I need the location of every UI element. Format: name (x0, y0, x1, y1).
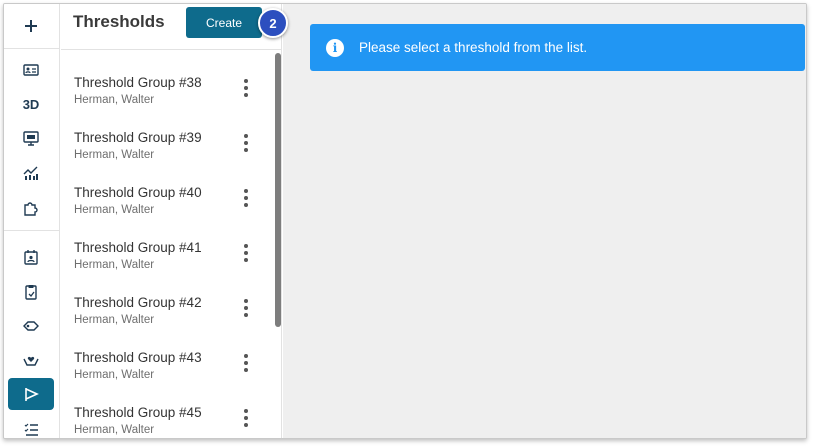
chart-icon (23, 166, 38, 180)
item-owner: Herman, Walter (74, 94, 155, 106)
rail-item-id-card[interactable] (8, 54, 54, 86)
thresholds-panel: Thresholds Create 2 Threshold Group #38 … (61, 4, 288, 438)
item-owner: Herman, Walter (74, 149, 155, 161)
list-item[interactable]: Threshold Group #41 Herman, Walter (61, 240, 273, 295)
plus-icon (25, 20, 37, 32)
item-title: Threshold Group #39 (74, 130, 202, 145)
rail-item-3d[interactable]: 3D (8, 88, 54, 120)
item-owner: Herman, Walter (74, 424, 155, 436)
ad-monitor-icon (23, 131, 39, 146)
panel-header: Thresholds Create 2 (61, 4, 288, 50)
alert-text: Please select a threshold from the list. (359, 40, 588, 55)
list-scrollbar[interactable] (275, 53, 281, 327)
more-options-icon[interactable] (235, 351, 257, 375)
clipboard-icon (25, 285, 37, 300)
item-owner: Herman, Walter (74, 369, 155, 381)
calendar-user-icon (24, 250, 38, 265)
rail-3d-label: 3D (22, 96, 40, 112)
rail-item-care[interactable] (8, 344, 54, 376)
list-item[interactable]: Threshold Group #45 Herman, Walter (61, 405, 273, 438)
threshold-list: Threshold Group #38 Herman, Walter Thres… (61, 51, 281, 438)
more-options-icon[interactable] (235, 296, 257, 320)
flag-icon (25, 388, 39, 401)
icon-rail: 3D (4, 4, 60, 438)
list-item[interactable]: Threshold Group #40 Herman, Walter (61, 185, 273, 240)
rail-item-clipboard[interactable] (8, 276, 54, 308)
step-badge: 2 (258, 8, 288, 38)
rail-divider (4, 230, 60, 231)
more-options-icon[interactable] (235, 406, 257, 430)
item-title: Threshold Group #42 (74, 295, 202, 310)
item-title: Threshold Group #41 (74, 240, 202, 255)
list-item[interactable]: Threshold Group #39 Herman, Walter (61, 130, 273, 185)
app-window: 3D Thresholds Create 2 Threshold Group #… (3, 3, 807, 439)
rail-item-thresholds[interactable] (8, 378, 54, 410)
info-alert: i Please select a threshold from the lis… (310, 24, 805, 71)
tag-icon (23, 321, 39, 331)
rail-item-calendar-user[interactable] (8, 241, 54, 273)
item-title: Threshold Group #45 (74, 405, 202, 420)
id-card-icon (23, 64, 39, 76)
more-options-icon[interactable] (235, 76, 257, 100)
info-icon: i (326, 38, 344, 57)
item-title: Threshold Group #40 (74, 185, 202, 200)
rail-divider (4, 48, 60, 49)
main-content: i Please select a threshold from the lis… (283, 4, 806, 438)
item-title: Threshold Group #38 (74, 75, 202, 90)
item-owner: Herman, Walter (74, 314, 155, 326)
list-icon (24, 423, 38, 436)
create-button[interactable]: Create (186, 7, 262, 38)
list-item[interactable]: Threshold Group #42 Herman, Walter (61, 295, 273, 350)
item-title: Threshold Group #43 (74, 350, 202, 365)
rail-item-ad-monitor[interactable] (8, 122, 54, 154)
more-options-icon[interactable] (235, 131, 257, 155)
rail-item-list[interactable] (8, 413, 54, 438)
list-item[interactable]: Threshold Group #43 Herman, Walter (61, 350, 273, 405)
more-options-icon[interactable] (235, 186, 257, 210)
rail-item-plugins[interactable] (8, 192, 54, 224)
add-button[interactable] (8, 10, 54, 42)
hands-heart-icon (23, 356, 39, 366)
more-options-icon[interactable] (235, 241, 257, 265)
list-item[interactable]: Threshold Group #38 Herman, Walter (61, 75, 273, 130)
panel-title: Thresholds (73, 12, 165, 31)
rail-item-analytics[interactable] (8, 157, 54, 189)
item-owner: Herman, Walter (74, 204, 155, 216)
rail-item-tag[interactable] (8, 310, 54, 342)
item-owner: Herman, Walter (74, 259, 155, 271)
puzzle-icon (24, 202, 38, 216)
